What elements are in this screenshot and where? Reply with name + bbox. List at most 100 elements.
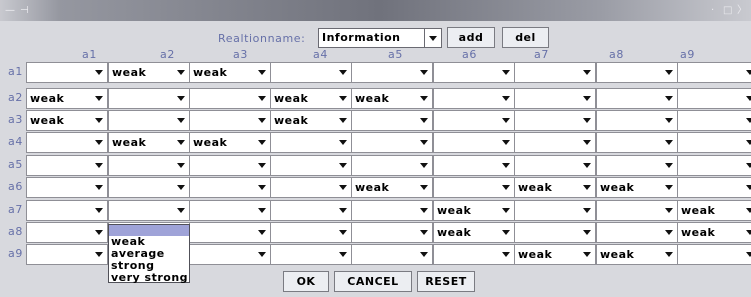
chevron-down-icon[interactable] — [339, 70, 347, 75]
relation-cell-a7-a6[interactable]: weak — [433, 200, 515, 221]
relation-cell-a9-a5[interactable] — [351, 244, 433, 265]
relation-cell-a6-a9[interactable] — [677, 177, 751, 198]
relation-cell-a1-a3[interactable]: weak — [189, 62, 271, 83]
chevron-down-icon[interactable] — [583, 70, 591, 75]
relation-cell-a2-a6[interactable] — [433, 88, 515, 109]
chevron-down-icon[interactable] — [339, 140, 347, 145]
relation-cell-a6-a8[interactable]: weak — [596, 177, 678, 198]
chevron-down-icon[interactable] — [746, 118, 751, 123]
chevron-down-icon[interactable] — [583, 96, 591, 101]
chevron-down-icon[interactable] — [258, 163, 266, 168]
chevron-down-icon[interactable] — [420, 118, 428, 123]
relation-cell-a2-a1[interactable]: weak — [26, 88, 108, 109]
relation-cell-a4-a6[interactable] — [433, 132, 515, 153]
relation-cell-a9-a1[interactable] — [26, 244, 108, 265]
chevron-down-icon[interactable] — [420, 230, 428, 235]
chevron-down-icon[interactable] — [583, 252, 591, 257]
relation-cell-a4-a2[interactable]: weak — [108, 132, 190, 153]
relation-cell-a8-a3[interactable] — [189, 222, 271, 243]
dropdown-option-very-strong[interactable]: very strong — [109, 272, 189, 284]
chevron-down-icon[interactable] — [583, 163, 591, 168]
relation-cell-a7-a4[interactable] — [270, 200, 352, 221]
chevron-down-icon[interactable] — [420, 252, 428, 257]
chevron-down-icon[interactable] — [502, 70, 510, 75]
chevron-down-icon[interactable] — [258, 96, 266, 101]
relation-cell-a2-a8[interactable] — [596, 88, 678, 109]
chevron-down-icon[interactable] — [420, 185, 428, 190]
chevron-down-icon[interactable] — [177, 140, 185, 145]
chevron-down-icon[interactable] — [502, 163, 510, 168]
relation-cell-a7-a8[interactable] — [596, 200, 678, 221]
chevron-down-icon[interactable] — [177, 208, 185, 213]
chevron-down-icon[interactable] — [746, 230, 751, 235]
chevron-down-icon[interactable] — [95, 96, 103, 101]
chevron-down-icon[interactable] — [746, 208, 751, 213]
relation-cell-a6-a2[interactable] — [108, 177, 190, 198]
relation-cell-a4-a3[interactable]: weak — [189, 132, 271, 153]
relation-dropdown-list[interactable]: weak average strong very strong — [108, 224, 190, 284]
relation-cell-a2-a9[interactable] — [677, 88, 751, 109]
chevron-down-icon[interactable] — [339, 96, 347, 101]
relation-cell-a1-a8[interactable] — [596, 62, 678, 83]
chevron-down-icon[interactable] — [746, 140, 751, 145]
relation-cell-a5-a3[interactable] — [189, 155, 271, 176]
relation-cell-a6-a6[interactable] — [433, 177, 515, 198]
relation-cell-a8-a4[interactable] — [270, 222, 352, 243]
relation-cell-a7-a2[interactable] — [108, 200, 190, 221]
relation-cell-a7-a7[interactable] — [514, 200, 596, 221]
chevron-down-icon[interactable] — [339, 208, 347, 213]
relation-cell-a6-a7[interactable]: weak — [514, 177, 596, 198]
chevron-down-icon[interactable] — [420, 96, 428, 101]
relation-cell-a6-a4[interactable] — [270, 177, 352, 198]
chevron-down-icon[interactable] — [177, 118, 185, 123]
close-icon[interactable]: 〉 — [737, 0, 747, 21]
relation-cell-a8-a8[interactable] — [596, 222, 678, 243]
relation-cell-a3-a7[interactable] — [514, 110, 596, 131]
chevron-down-icon[interactable] — [583, 118, 591, 123]
window-titlebar[interactable]: — ⊣ · □ 〉 — [0, 0, 751, 21]
chevron-down-icon[interactable] — [339, 230, 347, 235]
relation-cell-a1-a2[interactable]: weak — [108, 62, 190, 83]
relation-cell-a1-a6[interactable] — [433, 62, 515, 83]
relation-cell-a8-a6[interactable]: weak — [433, 222, 515, 243]
relation-cell-a1-a1[interactable] — [26, 62, 108, 83]
relation-cell-a7-a9[interactable]: weak — [677, 200, 751, 221]
relation-cell-a5-a6[interactable] — [433, 155, 515, 176]
minimize-icon[interactable]: · — [711, 0, 714, 21]
relation-cell-a5-a8[interactable] — [596, 155, 678, 176]
chevron-down-icon[interactable] — [177, 70, 185, 75]
relation-cell-a1-a5[interactable] — [351, 62, 433, 83]
chevron-down-icon[interactable] — [665, 118, 673, 123]
relation-cell-a2-a5[interactable]: weak — [351, 88, 433, 109]
chevron-down-icon[interactable] — [95, 252, 103, 257]
add-button[interactable]: add — [447, 27, 495, 48]
chevron-down-icon[interactable] — [258, 208, 266, 213]
chevron-down-icon[interactable] — [502, 208, 510, 213]
chevron-down-icon[interactable] — [420, 70, 428, 75]
chevron-down-icon[interactable] — [746, 185, 751, 190]
maximize-icon[interactable]: □ — [723, 0, 732, 21]
relation-cell-a2-a3[interactable] — [189, 88, 271, 109]
relation-cell-a3-a8[interactable] — [596, 110, 678, 131]
chevron-down-icon[interactable] — [258, 70, 266, 75]
chevron-down-icon[interactable] — [177, 163, 185, 168]
chevron-down-icon[interactable] — [258, 185, 266, 190]
chevron-down-icon[interactable] — [502, 96, 510, 101]
pin-icon[interactable]: ⊣ — [20, 0, 29, 21]
relation-cell-a8-a9[interactable]: weak — [677, 222, 751, 243]
chevron-down-icon[interactable] — [665, 230, 673, 235]
relation-cell-a8-a5[interactable] — [351, 222, 433, 243]
relation-cell-a1-a7[interactable] — [514, 62, 596, 83]
relation-cell-a3-a5[interactable] — [351, 110, 433, 131]
relation-cell-a2-a2[interactable] — [108, 88, 190, 109]
chevron-down-icon[interactable] — [746, 163, 751, 168]
relation-cell-a4-a4[interactable] — [270, 132, 352, 153]
chevron-down-icon[interactable] — [95, 230, 103, 235]
chevron-down-icon[interactable] — [665, 70, 673, 75]
chevron-down-icon[interactable] — [95, 163, 103, 168]
chevron-down-icon[interactable] — [339, 118, 347, 123]
chevron-down-icon[interactable] — [95, 140, 103, 145]
relation-cell-a4-a9[interactable] — [677, 132, 751, 153]
chevron-down-icon[interactable] — [95, 70, 103, 75]
relation-cell-a3-a4[interactable]: weak — [270, 110, 352, 131]
